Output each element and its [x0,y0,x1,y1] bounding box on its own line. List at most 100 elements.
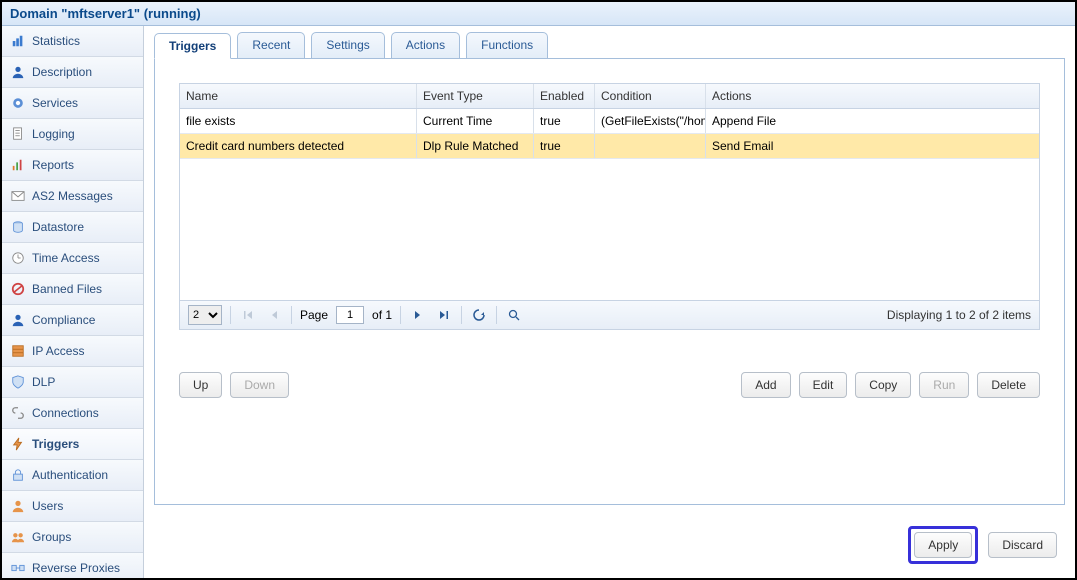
grid-header: Name Event Type Enabled Condition Action… [180,84,1039,109]
tab-functions[interactable]: Functions [466,32,548,58]
clock-icon [10,250,26,266]
sidebar-item-triggers[interactable]: Triggers [2,429,143,460]
proxy-icon [10,560,26,576]
run-button[interactable]: Run [919,372,969,398]
separator [461,306,462,324]
sidebar-item-banned-files[interactable]: Banned Files [2,274,143,305]
last-page-icon[interactable] [435,306,453,324]
apply-button[interactable]: Apply [914,532,972,558]
discard-button[interactable]: Discard [988,532,1057,558]
sidebar-item-reports[interactable]: Reports [2,150,143,181]
sidebar-item-label: DLP [32,375,55,389]
tab-actions[interactable]: Actions [391,32,460,58]
sidebar-item-label: Banned Files [32,282,102,296]
sidebar-item-label: Datastore [32,220,84,234]
user-icon [10,498,26,514]
layout: Statistics Description Services Logging … [2,26,1075,578]
tab-recent[interactable]: Recent [237,32,305,58]
sidebar-item-logging[interactable]: Logging [2,119,143,150]
cell-enabled: true [534,109,595,133]
sidebar-item-label: Statistics [32,34,80,48]
sidebar-item-label: Services [32,96,78,110]
cell-event: Current Time [417,109,534,133]
edit-button[interactable]: Edit [799,372,848,398]
search-icon[interactable] [505,306,523,324]
table-row[interactable]: Credit card numbers detected Dlp Rule Ma… [180,134,1039,159]
sidebar-item-label: Time Access [32,251,100,265]
sidebar-item-label: Connections [32,406,99,420]
grid-pager: 2 Page of 1 Displaying 1 to [180,300,1039,329]
sidebar-item-users[interactable]: Users [2,491,143,522]
page-input[interactable] [336,306,364,324]
sidebar-item-statistics[interactable]: Statistics [2,26,143,57]
sidebar-item-label: Authentication [32,468,108,482]
cell-name: Credit card numbers detected [180,134,417,158]
chart-bar-icon [10,33,26,49]
sidebar-item-label: Reverse Proxies [32,561,120,575]
sidebar-item-datastore[interactable]: Datastore [2,212,143,243]
first-page-icon[interactable] [239,306,257,324]
lock-icon [10,467,26,483]
sidebar-item-authentication[interactable]: Authentication [2,460,143,491]
sidebar-item-connections[interactable]: Connections [2,398,143,429]
cell-condition: (GetFileExists("/hom [595,109,706,133]
sidebar-item-description[interactable]: Description [2,57,143,88]
sidebar-item-label: Description [32,65,92,79]
sidebar-item-time-access[interactable]: Time Access [2,243,143,274]
shield-icon [10,374,26,390]
down-button[interactable]: Down [230,372,289,398]
table-row[interactable]: file exists Current Time true (GetFileEx… [180,109,1039,134]
lightning-icon [10,436,26,452]
ban-icon [10,281,26,297]
page-size-select[interactable]: 2 [188,305,222,325]
main-panel: Triggers Recent Settings Actions Functio… [144,26,1075,578]
col-actions[interactable]: Actions [706,84,1039,108]
add-button[interactable]: Add [741,372,790,398]
delete-button[interactable]: Delete [977,372,1040,398]
refresh-icon[interactable] [470,306,488,324]
next-page-icon[interactable] [409,306,427,324]
bar-chart-icon [10,157,26,173]
sidebar-item-as2-messages[interactable]: AS2 Messages [2,181,143,212]
col-condition[interactable]: Condition [595,84,706,108]
sidebar-item-label: Triggers [32,437,79,451]
sidebar-item-groups[interactable]: Groups [2,522,143,553]
sidebar-item-label: AS2 Messages [32,189,113,203]
window-title: Domain "mftserver1" (running) [2,2,1075,26]
sidebar-item-ip-access[interactable]: IP Access [2,336,143,367]
sidebar-item-services[interactable]: Services [2,88,143,119]
col-name[interactable]: Name [180,84,417,108]
apply-highlight: Apply [908,526,978,564]
tab-triggers[interactable]: Triggers [154,33,231,59]
copy-button[interactable]: Copy [855,372,911,398]
spacer [297,372,733,398]
link-icon [10,405,26,421]
separator [230,306,231,324]
triggers-panel: Name Event Type Enabled Condition Action… [154,59,1065,505]
cell-actions: Append File [706,109,1039,133]
sidebar[interactable]: Statistics Description Services Logging … [2,26,144,578]
tab-settings[interactable]: Settings [311,32,384,58]
button-row: Up Down Add Edit Copy Run Delete [179,372,1040,398]
document-icon [10,126,26,142]
page-of-label: of 1 [372,308,392,322]
cell-name: file exists [180,109,417,133]
col-enabled[interactable]: Enabled [534,84,595,108]
sidebar-item-dlp[interactable]: DLP [2,367,143,398]
shield-person-icon [10,312,26,328]
person-icon [10,64,26,80]
prev-page-icon[interactable] [265,306,283,324]
separator [291,306,292,324]
page-label: Page [300,308,328,322]
sidebar-item-compliance[interactable]: Compliance [2,305,143,336]
envelope-icon [10,188,26,204]
cell-actions: Send Email [706,134,1039,158]
sidebar-item-reverse-proxies[interactable]: Reverse Proxies [2,553,143,578]
up-button[interactable]: Up [179,372,222,398]
sidebar-item-label: Users [32,499,63,513]
footer-buttons: Apply Discard [908,526,1057,564]
grid-body[interactable]: file exists Current Time true (GetFileEx… [180,109,1039,300]
sidebar-item-label: Compliance [32,313,95,327]
col-event-type[interactable]: Event Type [417,84,534,108]
cell-enabled: true [534,134,595,158]
